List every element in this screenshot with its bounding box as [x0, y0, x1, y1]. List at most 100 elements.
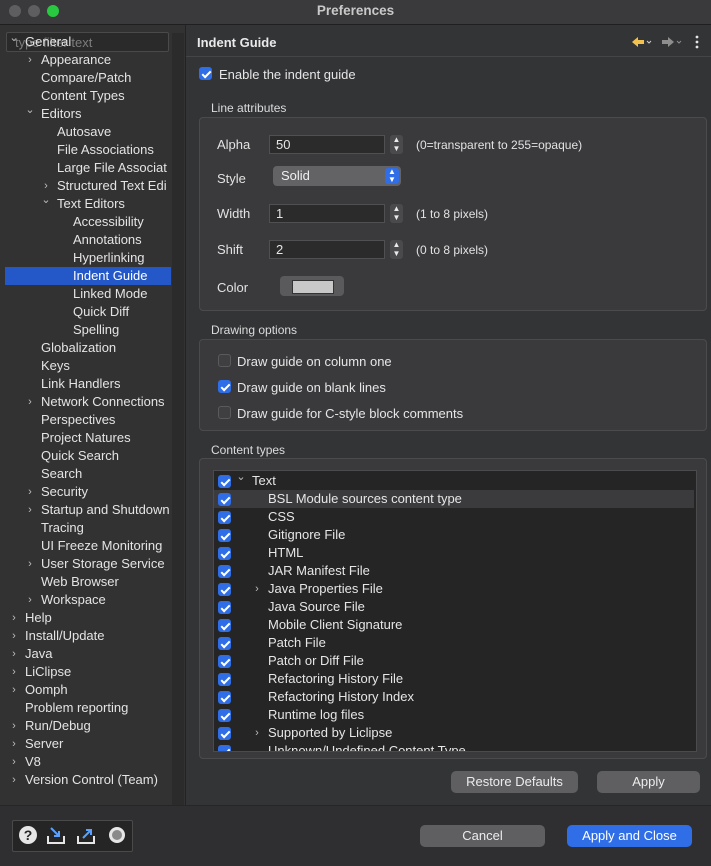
content-types-tree[interactable]: ⌄ Text BSL Module sources content type CSS G… [213, 470, 697, 752]
alpha-stepper[interactable]: ▲ ▼ [390, 135, 403, 154]
tree-item[interactable]: › Structured Text Edi [5, 177, 171, 195]
content-type-row[interactable]: Mobile Client Signature [214, 616, 694, 634]
chevron-right-icon[interactable]: › [9, 663, 19, 681]
cancel-button[interactable]: Cancel [420, 825, 545, 847]
tree-item[interactable]: Hyperlinking [5, 249, 171, 267]
chevron-right-icon[interactable]: › [252, 724, 262, 742]
chevron-down-icon[interactable]: ⌄ [236, 471, 246, 486]
content-type-checkbox[interactable] [218, 745, 231, 751]
chevron-down-icon[interactable]: ⌄ [41, 195, 51, 209]
tree-item[interactable]: Compare/Patch [5, 69, 171, 87]
tree-item[interactable]: › Install/Update [5, 627, 171, 645]
content-type-row[interactable]: Patch or Diff File [214, 652, 694, 670]
chevron-down-icon[interactable]: ⌄ [25, 105, 35, 119]
tree-item[interactable]: ⌄ General [5, 33, 171, 51]
chevron-right-icon[interactable]: › [9, 681, 19, 699]
content-type-checkbox[interactable] [218, 709, 231, 722]
tree-item[interactable]: Problem reporting [5, 699, 171, 717]
chevron-right-icon[interactable]: › [9, 717, 19, 735]
content-type-row[interactable]: › Java Properties File [214, 580, 694, 598]
tree-item[interactable]: › Appearance [5, 51, 171, 69]
chevron-right-icon[interactable]: › [252, 580, 262, 598]
content-type-row[interactable]: Unknown/Undefined Content Type [214, 742, 694, 751]
chevron-right-icon[interactable]: › [9, 609, 19, 627]
tree-scrollbar[interactable] [172, 33, 184, 805]
tree-item[interactable]: › V8 [5, 753, 171, 771]
tree-item[interactable]: Indent Guide [5, 267, 171, 285]
content-type-row[interactable]: Patch File [214, 634, 694, 652]
content-type-checkbox[interactable] [218, 565, 231, 578]
apply-and-close-button[interactable]: Apply and Close [567, 825, 692, 847]
tree-item[interactable]: Content Types [5, 87, 171, 105]
tree-item[interactable]: UI Freeze Monitoring [5, 537, 171, 555]
color-picker-button[interactable] [280, 276, 344, 296]
tree-item[interactable]: Annotations [5, 231, 171, 249]
chevron-right-icon[interactable]: › [25, 483, 35, 501]
content-type-checkbox[interactable] [218, 673, 231, 686]
tree-item[interactable]: Keys [5, 357, 171, 375]
chevron-down-icon[interactable]: ⌄ [9, 33, 19, 47]
shift-stepper[interactable]: ▲ ▼ [390, 240, 403, 259]
tree-item[interactable]: › User Storage Service [5, 555, 171, 573]
record-icon[interactable] [106, 824, 128, 846]
width-stepper[interactable]: ▲ ▼ [390, 204, 403, 223]
enable-indent-guide-checkbox[interactable] [199, 67, 212, 80]
tree-item[interactable]: Linked Mode [5, 285, 171, 303]
tree-item[interactable]: Tracing [5, 519, 171, 537]
tree-item[interactable]: › Startup and Shutdown [5, 501, 171, 519]
tree-item[interactable]: ⌄ Text Editors [5, 195, 171, 213]
content-type-row[interactable]: › Supported by Liclipse [214, 724, 694, 742]
alpha-input[interactable]: 50 [269, 135, 385, 154]
tree-item[interactable]: › Run/Debug [5, 717, 171, 735]
tree-item[interactable]: Link Handlers [5, 375, 171, 393]
content-type-row[interactable]: Java Source File [214, 598, 694, 616]
help-icon[interactable]: ? [17, 824, 39, 846]
tree-item[interactable]: › Java [5, 645, 171, 663]
tree-item[interactable]: › Workspace [5, 591, 171, 609]
chevron-right-icon[interactable]: › [25, 51, 35, 69]
tree-item[interactable]: › Help [5, 609, 171, 627]
content-type-row[interactable]: JAR Manifest File [214, 562, 694, 580]
content-type-checkbox[interactable] [218, 547, 231, 560]
tree-item[interactable]: › Security [5, 483, 171, 501]
content-type-checkbox[interactable] [218, 619, 231, 632]
content-type-checkbox[interactable] [218, 655, 231, 668]
content-type-row[interactable]: CSS [214, 508, 694, 526]
content-type-row[interactable]: HTML [214, 544, 694, 562]
content-type-checkbox[interactable] [218, 529, 231, 542]
content-type-checkbox[interactable] [218, 583, 231, 596]
content-type-checkbox[interactable] [218, 493, 231, 506]
content-type-row[interactable]: Runtime log files [214, 706, 694, 724]
content-type-checkbox[interactable] [218, 475, 231, 488]
tree-item[interactable]: › LiClipse [5, 663, 171, 681]
draw-blank-lines-checkbox[interactable] [218, 380, 231, 393]
tree-item[interactable]: Perspectives [5, 411, 171, 429]
tree-item[interactable]: Accessibility [5, 213, 171, 231]
content-type-row[interactable]: Refactoring History File [214, 670, 694, 688]
content-type-row[interactable]: ⌄ Text [214, 471, 694, 490]
chevron-right-icon[interactable]: › [9, 627, 19, 645]
content-type-row[interactable]: Gitignore File [214, 526, 694, 544]
apply-button[interactable]: Apply [597, 771, 700, 793]
content-type-row[interactable]: Refactoring History Index [214, 688, 694, 706]
back-arrow-icon[interactable] [632, 37, 652, 47]
view-menu-icon[interactable] [695, 35, 699, 49]
chevron-right-icon[interactable]: › [25, 591, 35, 609]
tree-item[interactable]: ⌄ Editors [5, 105, 171, 123]
import-icon[interactable] [45, 824, 67, 846]
export-icon[interactable] [75, 824, 97, 846]
tree-item[interactable]: Search [5, 465, 171, 483]
shift-input[interactable]: 2 [269, 240, 385, 259]
chevron-right-icon[interactable]: › [41, 177, 51, 195]
content-type-checkbox[interactable] [218, 511, 231, 524]
forward-arrow-icon[interactable] [662, 37, 682, 47]
tree-item[interactable]: Quick Diff [5, 303, 171, 321]
style-select[interactable]: Solid ▲ ▼ [273, 166, 401, 186]
tree-item[interactable]: › Network Connections [5, 393, 171, 411]
tree-item[interactable]: File Associations [5, 141, 171, 159]
chevron-right-icon[interactable]: › [25, 555, 35, 573]
chevron-right-icon[interactable]: › [9, 753, 19, 771]
tree-item[interactable]: Quick Search [5, 447, 171, 465]
content-type-checkbox[interactable] [218, 637, 231, 650]
tree-item[interactable]: Large File Associat [5, 159, 171, 177]
